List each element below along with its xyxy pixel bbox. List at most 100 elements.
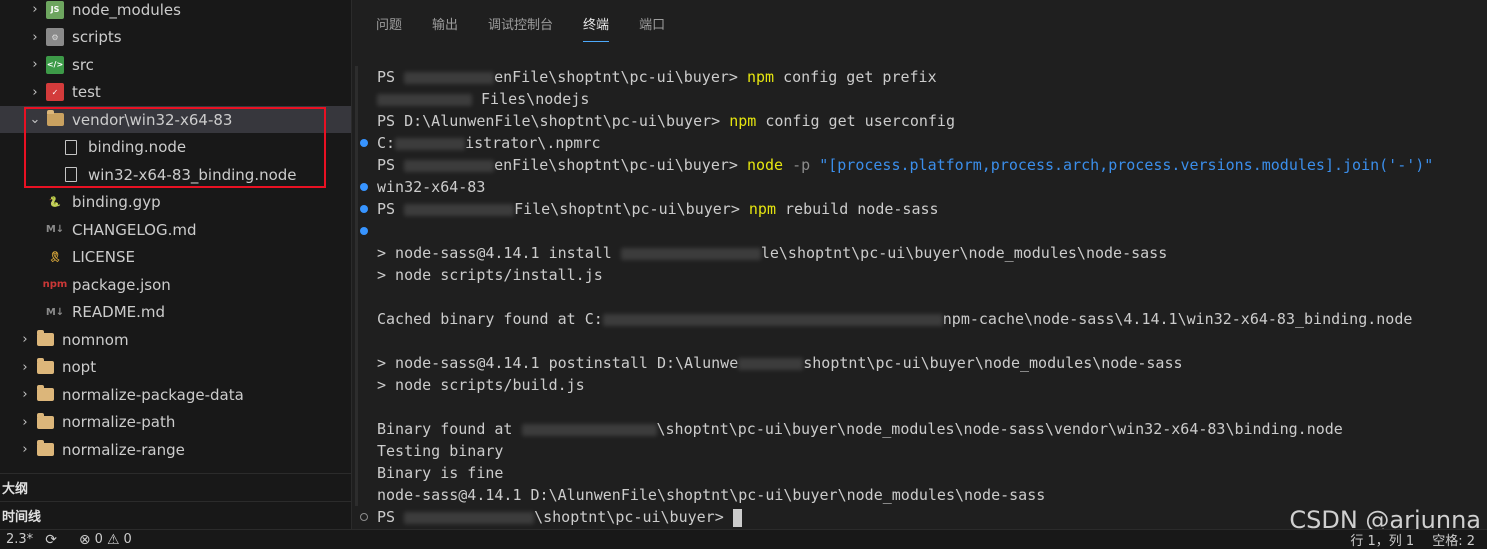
tree-item[interactable]: › normalize-path	[0, 409, 351, 436]
terminal-text: npm	[729, 112, 757, 130]
chevron-right-icon[interactable]: ›	[18, 409, 32, 436]
redacted-text	[521, 423, 657, 436]
command-decoration-icon[interactable]	[360, 183, 368, 191]
chevron-right-icon[interactable]: ›	[18, 436, 32, 463]
tree-item[interactable]: › </> src	[0, 51, 351, 78]
folder-icon	[36, 385, 54, 404]
tree-item[interactable]: › normalize-package-data	[0, 381, 351, 408]
tree-item-label: README.md	[72, 303, 166, 321]
version-indicator[interactable]: 2.3* ⟳	[6, 532, 57, 548]
command-decoration-icon[interactable]	[360, 513, 368, 521]
tree-item[interactable]: › nopt	[0, 354, 351, 381]
terminal-text: > node scripts/install.js	[377, 266, 603, 284]
sync-icon[interactable]: ⟳	[45, 532, 57, 548]
tree-item-label: LICENSE	[72, 248, 135, 266]
terminal-text: PS D:\AlunwenFile\shoptnt\pc-ui\buyer>	[377, 112, 730, 130]
chevron-right-icon[interactable]: ›	[18, 354, 32, 381]
redacted-text	[404, 71, 495, 84]
folder-open-icon	[46, 110, 64, 129]
terminal-text: node	[746, 156, 784, 174]
terminal-line: > node scripts/build.js	[377, 374, 585, 396]
terminal-text: PS	[377, 508, 405, 526]
chevron-right-icon[interactable]: ›	[18, 326, 32, 353]
indent-spaces[interactable]: 空格: 2	[1432, 530, 1475, 549]
tree-item[interactable]: › nomnom	[0, 326, 351, 353]
panel-tab[interactable]: 调试控制台	[488, 8, 553, 42]
tree-item-label: node_modules	[72, 0, 181, 19]
cursor-position[interactable]: 行 1，列 1	[1350, 530, 1414, 549]
terminal-text: Binary found at	[377, 420, 522, 438]
terminal-gutter	[355, 66, 358, 506]
chevron-right-icon[interactable]: ›	[28, 79, 42, 106]
tree-item[interactable]: binding.node	[0, 134, 351, 161]
chevron-down-icon[interactable]: ⌄	[28, 106, 42, 133]
folder-icon	[36, 412, 54, 431]
chevron-right-icon[interactable]: ›	[28, 51, 42, 78]
chevron-right-icon[interactable]: ›	[18, 381, 32, 408]
tree-item-label: normalize-range	[62, 440, 185, 459]
tree-item-label: src	[72, 55, 94, 74]
terminal-text: "[process.platform,process.arch,process.…	[819, 156, 1434, 174]
redacted-text	[404, 203, 515, 216]
tree-item[interactable]: › normalize-range	[0, 436, 351, 463]
npm-file-icon: npm	[42, 279, 68, 290]
outline-section-header[interactable]: 大纲	[0, 473, 351, 501]
terminal-line: > node scripts/install.js	[377, 264, 603, 286]
terminal-line: PS D:\AlunwenFile\shoptnt\pc-ui\buyer> n…	[377, 110, 955, 132]
tree-item[interactable]: 🐍 binding.gyp	[0, 189, 351, 216]
markdown-file-icon: M↓	[45, 224, 65, 235]
warning-icon: ⚠	[106, 531, 120, 548]
panel-tab[interactable]: 输出	[432, 8, 458, 42]
terminal-text: shoptnt\pc-ui\buyer\node_modules\node-sa…	[803, 354, 1183, 372]
version-label: 2.3*	[6, 532, 34, 547]
tree-item-label: nomnom	[62, 330, 129, 349]
problems-indicator[interactable]: ⊗ 0 ⚠ 0	[79, 532, 132, 548]
tree-item[interactable]: › JS node_modules	[0, 0, 351, 23]
tree-item[interactable]: › ⚙ scripts	[0, 24, 351, 51]
terminal-line: PS \shoptnt\pc-ui\buyer>	[360, 506, 742, 528]
terminal-text: PS	[377, 156, 405, 174]
tree-item-label: binding.gyp	[72, 193, 161, 211]
terminal-text: -p	[783, 156, 820, 174]
file-icon	[62, 138, 80, 156]
chevron-right-icon[interactable]: ›	[28, 0, 42, 23]
src-folder-icon: </>	[46, 55, 64, 74]
chevron-right-icon[interactable]: ›	[28, 24, 42, 51]
redacted-text	[404, 159, 495, 172]
panel-tab[interactable]: 终端	[583, 8, 610, 42]
scripts-folder-icon: ⚙	[46, 28, 64, 46]
tree-item-label: package.json	[72, 275, 171, 294]
tree-item[interactable]: M↓ README.md	[0, 299, 351, 326]
tree-item[interactable]: 🎗 LICENSE	[0, 244, 351, 271]
tree-item[interactable]: M↓ CHANGELOG.md	[0, 216, 351, 243]
redacted-text	[602, 313, 943, 326]
tree-item[interactable]: ⌄ vendor\win32-x64-83	[0, 106, 351, 133]
terminal-text: npm	[746, 68, 775, 86]
error-icon: ⊗	[78, 531, 91, 548]
tree-item-label: win32-x64-83_binding.node	[88, 165, 297, 184]
terminal-line: Testing binary	[377, 440, 503, 462]
terminal-line: PS enFile\shoptnt\pc-ui\buyer> node -p "…	[377, 154, 1433, 176]
terminal-text: npm	[748, 200, 776, 218]
terminal-line: node-sass@4.14.1 D:\AlunwenFile\shoptnt\…	[377, 484, 1045, 506]
command-decoration-icon[interactable]	[360, 139, 368, 147]
terminal-line: > node-sass@4.14.1 postinstall D:\Alunwe…	[377, 352, 1183, 374]
explorer-sidebar: › JS node_modules › ⚙ scripts › </> src › ✓ test ⌄ ve…	[0, 0, 352, 529]
terminal-text: \shoptnt\pc-ui\buyer\node_modules\node-s…	[656, 420, 1343, 438]
terminal-line: win32-x64-83	[360, 176, 485, 198]
terminal-line: Files\nodejs	[377, 88, 589, 110]
panel-tab[interactable]: 端口	[639, 8, 665, 42]
tree-item[interactable]: npm package.json	[0, 271, 351, 298]
panel-tab[interactable]: 问题	[376, 8, 402, 42]
command-decoration-icon[interactable]	[360, 205, 368, 213]
folder-icon	[36, 330, 54, 349]
timeline-section-header[interactable]: 时间线	[0, 501, 351, 529]
command-decoration-icon[interactable]	[360, 227, 368, 235]
tree-item[interactable]: › ✓ test	[0, 79, 351, 106]
tree-item-label: test	[72, 83, 101, 101]
tree-item[interactable]: win32-x64-83_binding.node	[0, 161, 351, 188]
